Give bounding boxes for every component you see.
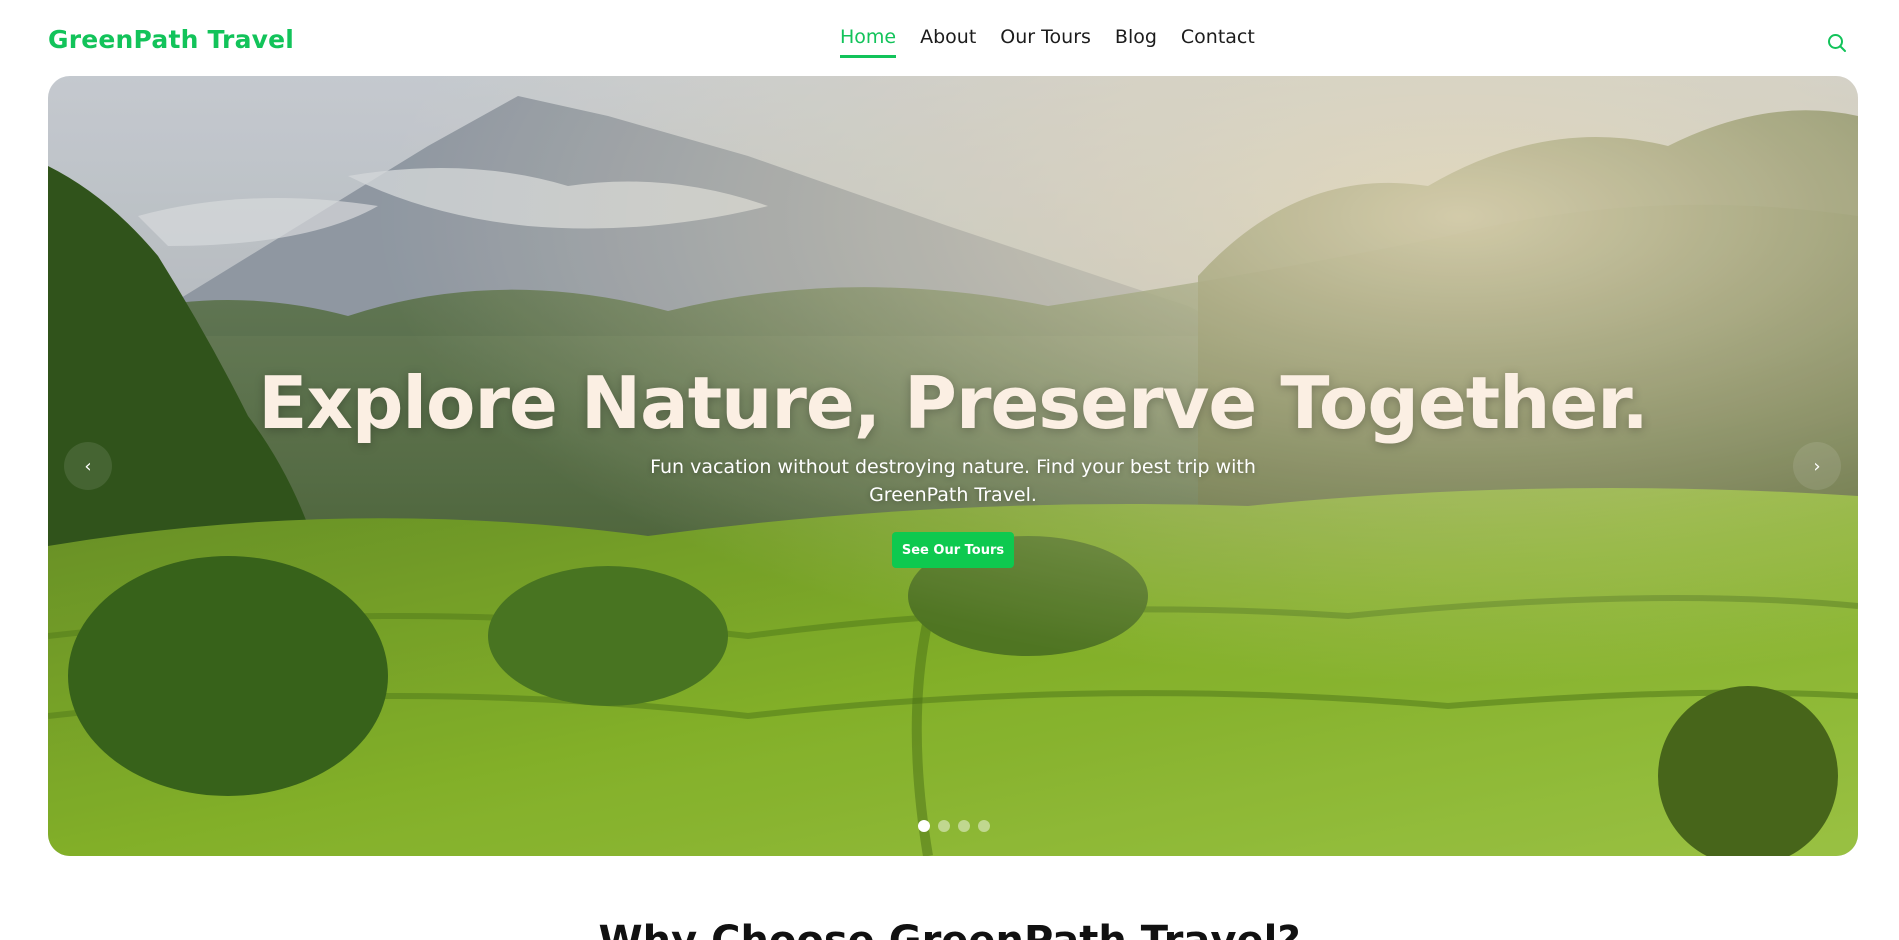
search-button[interactable]: [1826, 32, 1848, 54]
navbar: GreenPath Travel Home About Our Tours Bl…: [0, 0, 1899, 76]
carousel-prev-button[interactable]: ‹: [64, 442, 112, 490]
carousel-indicator-2[interactable]: [938, 820, 950, 832]
see-our-tours-button[interactable]: See Our Tours: [892, 532, 1014, 568]
chevron-right-icon: ›: [1813, 455, 1821, 477]
carousel-indicator-3[interactable]: [958, 820, 970, 832]
why-choose-heading: Why Choose GreenPath Travel?: [0, 918, 1899, 940]
hero-carousel: Explore Nature, Preserve Together. Fun v…: [48, 76, 1858, 856]
brand-logo[interactable]: GreenPath Travel: [48, 25, 294, 54]
carousel-indicators: [918, 820, 990, 832]
carousel-indicator-1[interactable]: [918, 820, 930, 832]
carousel-next-button[interactable]: ›: [1793, 442, 1841, 490]
search-icon: [1828, 34, 1846, 52]
main-nav: Home About Our Tours Blog Contact: [840, 26, 1279, 58]
nav-link-about[interactable]: About: [920, 26, 976, 58]
nav-link-blog[interactable]: Blog: [1115, 26, 1157, 58]
hero-title: Explore Nature, Preserve Together.: [258, 361, 1649, 445]
carousel-indicator-4[interactable]: [978, 820, 990, 832]
chevron-left-icon: ‹: [84, 455, 92, 477]
nav-link-contact[interactable]: Contact: [1181, 26, 1255, 58]
hero-subtitle: Fun vacation without destroying nature. …: [650, 456, 1256, 506]
nav-link-home[interactable]: Home: [840, 26, 897, 58]
nav-link-our-tours[interactable]: Our Tours: [1000, 26, 1091, 58]
